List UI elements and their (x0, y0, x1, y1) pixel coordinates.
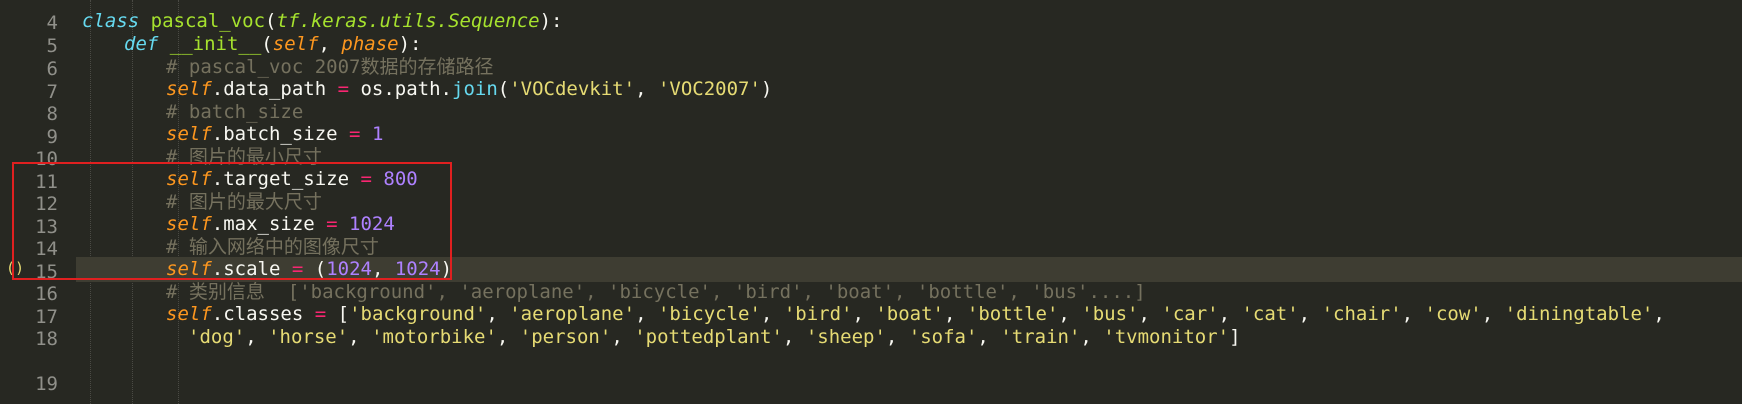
class-string: 'dog' (188, 326, 246, 348)
comma: , (885, 326, 909, 348)
comma: , (1481, 303, 1505, 325)
comma: , (496, 326, 520, 348)
bracket: [ (337, 303, 350, 325)
class-name: pascal_voc (150, 10, 266, 32)
class-string: 'diningtable' (1504, 303, 1654, 325)
comma: , (852, 303, 876, 325)
comma: , (1653, 303, 1677, 325)
class-string: 'tvmonitor' (1103, 326, 1230, 348)
paren: ( (265, 10, 277, 32)
class-string: 'bus' (1081, 303, 1139, 325)
class-string: 'train' (1000, 326, 1081, 348)
attribute: .classes (211, 303, 304, 325)
string: 'VOC2007' (657, 78, 761, 100)
code-line-10[interactable]: 10 self.batch_size = 1 (0, 122, 1742, 170)
self-keyword: self (166, 123, 212, 145)
comma: , (1080, 326, 1104, 348)
class-string: 'boat' (875, 303, 944, 325)
paren: ) (760, 78, 773, 100)
paren: ): (398, 33, 422, 55)
comma: , (245, 326, 269, 348)
comma: , (1138, 303, 1162, 325)
function-call: join (452, 78, 498, 100)
number: 1 (371, 123, 384, 145)
class-string: 'cow' (1424, 303, 1482, 325)
comma: , (318, 33, 342, 55)
paren: ( (261, 33, 273, 55)
comma: , (1218, 303, 1242, 325)
class-string: 'cat' (1241, 303, 1299, 325)
comma: , (1401, 303, 1425, 325)
paren: ): (539, 10, 563, 32)
comma: , (943, 303, 967, 325)
comma: , (1298, 303, 1322, 325)
string: 'VOCdevkit' (509, 78, 636, 100)
comma: , (782, 326, 806, 348)
code-line-19[interactable]: 19 (0, 347, 1742, 395)
attribute: .data_path (211, 78, 327, 100)
code-line-8[interactable]: 8 self.data_path = os.path.join('VOCdevk… (0, 77, 1742, 125)
keyword-class: class (82, 10, 140, 32)
code-line-18[interactable]: 18 self.classes = ['background', 'aeropl… (0, 302, 1742, 350)
base-class: tf.keras.utils.Sequence (276, 10, 540, 32)
function-name: __init__ (169, 33, 262, 55)
line-number: 19 (35, 373, 58, 395)
comma: , (611, 326, 635, 348)
class-string: 'background' (349, 303, 487, 325)
class-string: 'bottle' (966, 303, 1059, 325)
self-param: self (272, 33, 319, 55)
comma: , (635, 78, 658, 100)
class-string: 'pottedplant' (634, 326, 783, 348)
self-keyword: self (166, 303, 212, 325)
class-string: 'motorbike' (371, 326, 497, 348)
comma: , (760, 303, 784, 325)
keyword-def: def (124, 33, 159, 55)
module-ref: os.path. (360, 78, 452, 100)
attribute: .batch_size (211, 123, 338, 145)
classes-assignment: self.classes = ['background', 'aeroplane… (166, 302, 1676, 327)
class-string: 'bicycle' (657, 303, 761, 325)
comma: , (977, 326, 1001, 348)
class-string: 'bird' (783, 303, 853, 325)
self-keyword: self (166, 78, 212, 100)
class-string: 'chair' (1321, 303, 1402, 325)
comma: , (348, 326, 372, 348)
phase-param: phase (341, 33, 399, 55)
class-string: 'sofa' (908, 326, 978, 348)
class-string: 'horse' (268, 326, 349, 348)
comma: , (486, 303, 510, 325)
assign-operator: = (326, 78, 361, 100)
code-line-5[interactable]: 5 class pascal_voc(tf.keras.utils.Sequen… (0, 9, 1742, 57)
paren: ( (497, 78, 510, 100)
class-string: 'person' (519, 326, 612, 348)
annotation-highlight-box (12, 162, 452, 280)
class-string: 'aeroplane' (509, 303, 636, 325)
class-string: 'sheep' (805, 326, 886, 348)
code-line-6[interactable]: 6 def __init__(self, phase): (0, 32, 1742, 80)
assign-operator: = (337, 123, 372, 145)
comma: , (635, 303, 658, 325)
comma: , (1058, 303, 1082, 325)
class-string: 'car' (1161, 303, 1219, 325)
bracket: ] (1229, 326, 1241, 348)
assign-operator: = (303, 303, 338, 325)
